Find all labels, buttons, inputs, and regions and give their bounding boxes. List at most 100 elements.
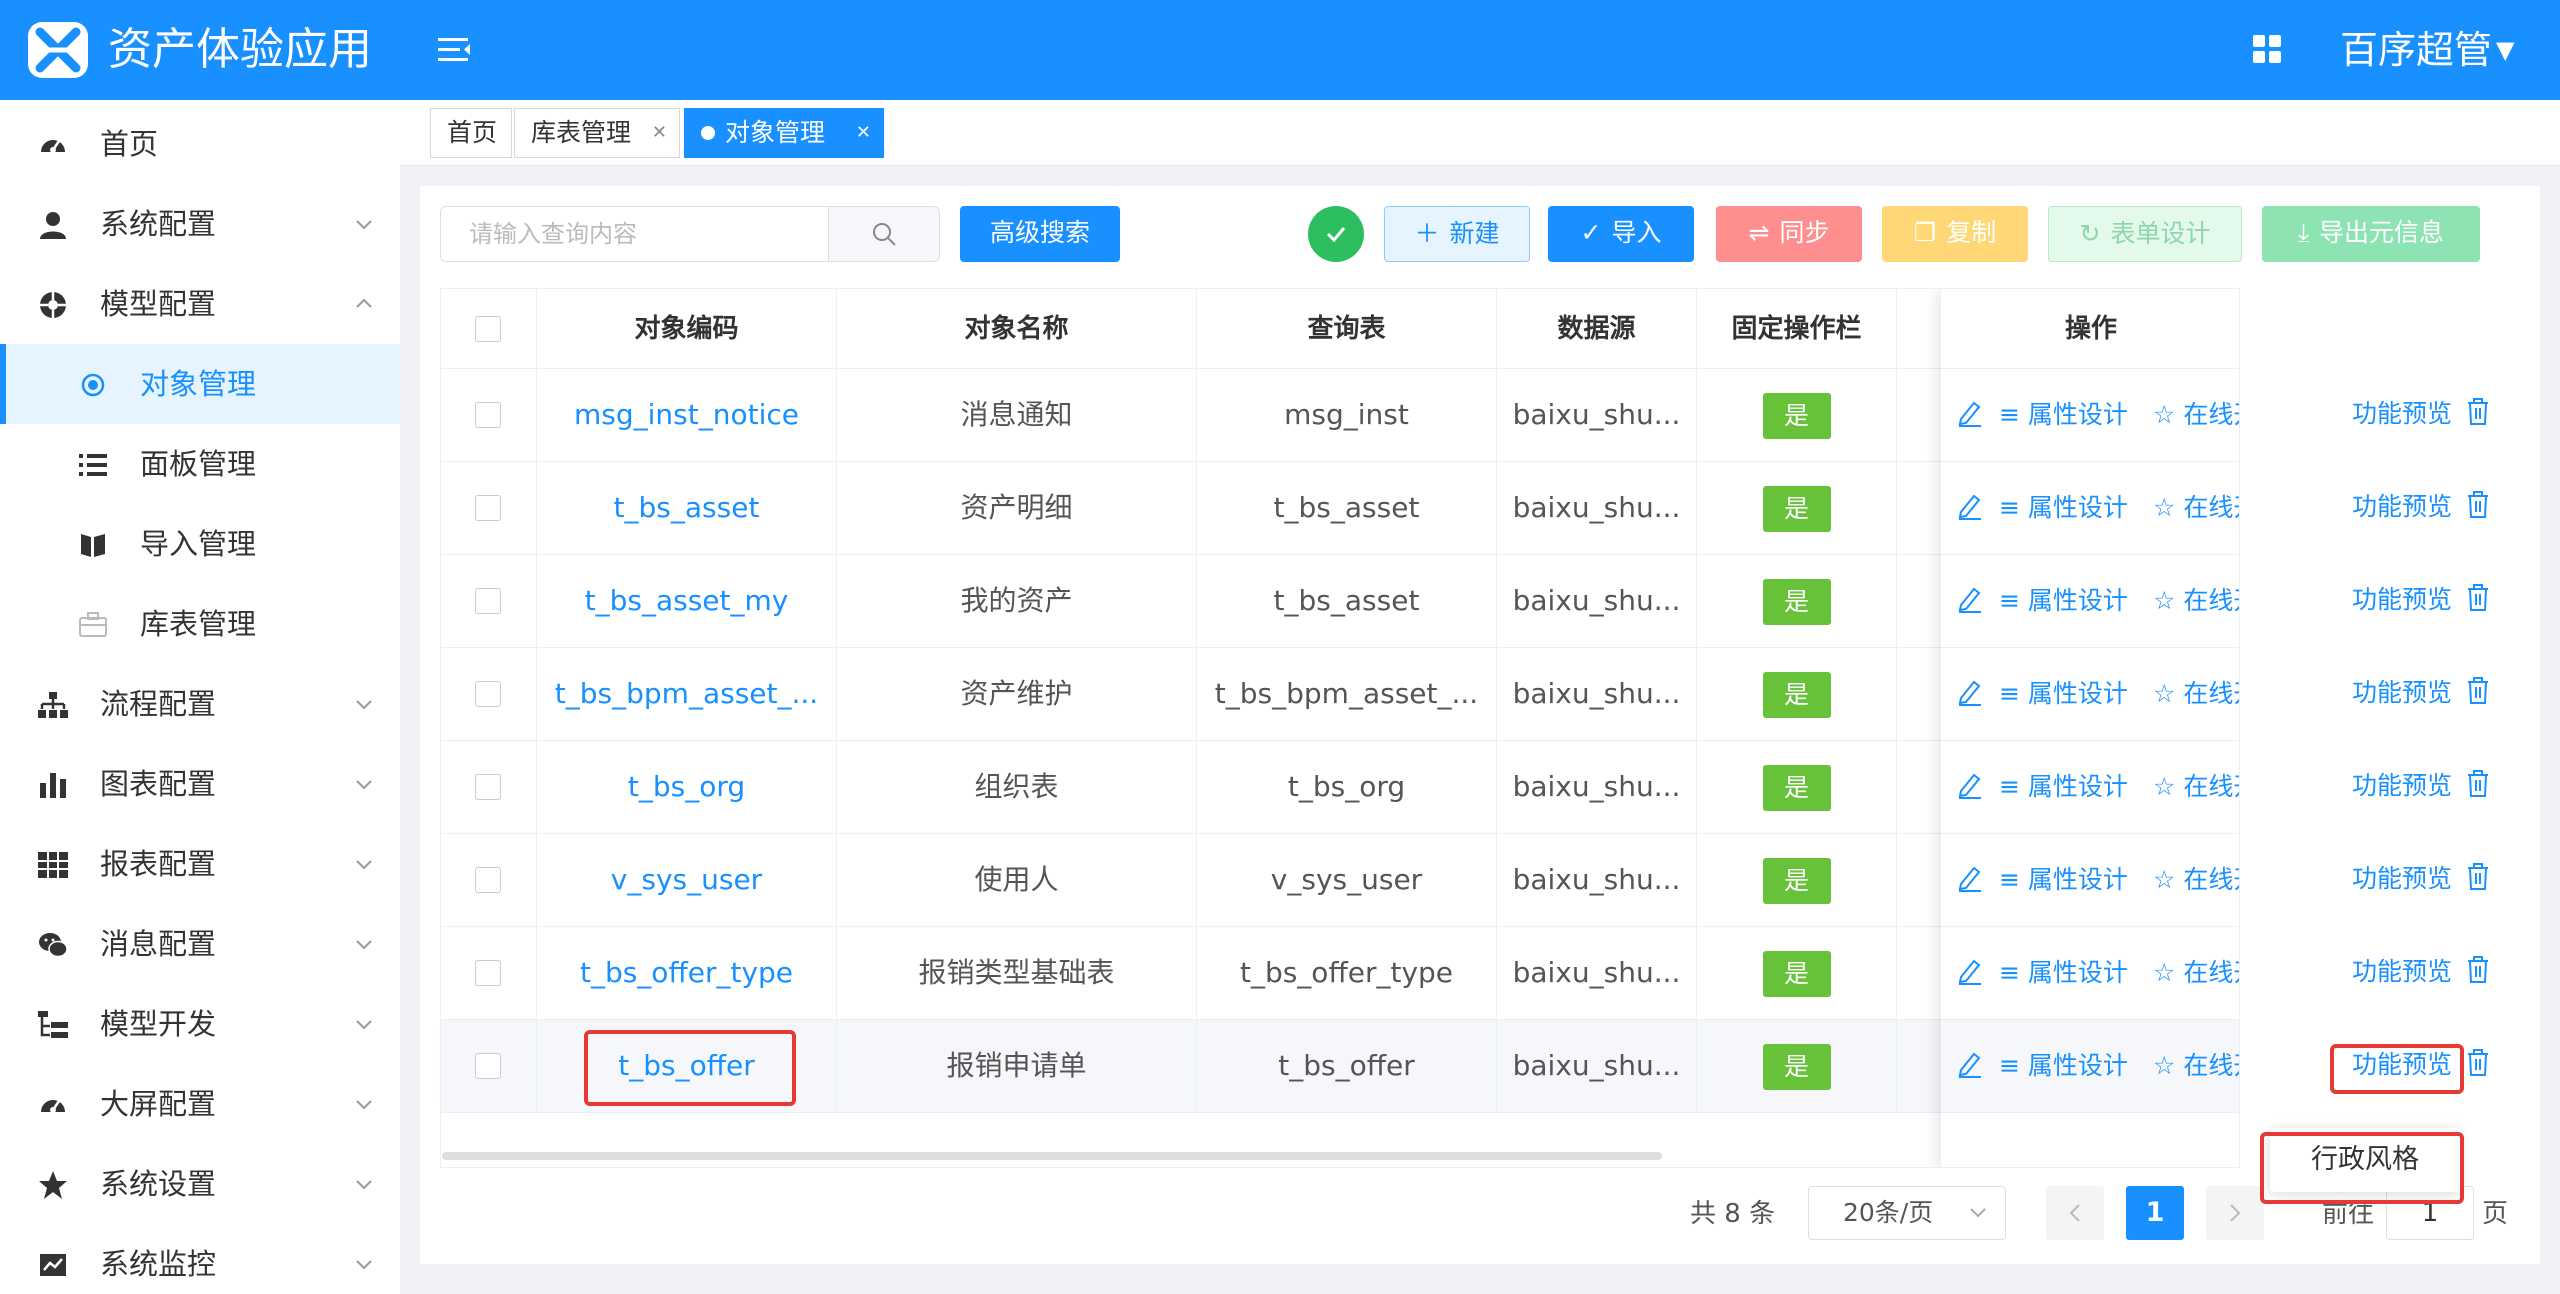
cell-code[interactable]: msg_inst_notice (537, 369, 837, 461)
column-header[interactable]: 对象名称 (837, 289, 1197, 369)
status-ok-indicator[interactable] (1308, 206, 1364, 262)
advanced-search-button[interactable]: 高级搜索 (960, 206, 1120, 262)
row-checkbox[interactable] (475, 588, 501, 614)
row-checkbox[interactable] (475, 402, 501, 428)
copy-button[interactable]: ❐ 复制 (1882, 206, 2028, 262)
delete-icon[interactable] (2466, 396, 2490, 430)
attr-design-link[interactable]: ≡ 属性设计 (1999, 678, 2128, 710)
attr-design-link[interactable]: ≡ 属性设计 (1999, 492, 2128, 524)
sidebar-item-chart-config[interactable]: 图表配置 (0, 744, 400, 824)
preview-link[interactable]: 功能预览 (2352, 398, 2452, 430)
preview-link[interactable]: 功能预览 (2352, 1049, 2452, 1081)
search-input[interactable] (440, 206, 830, 262)
online-dev-dropdown[interactable]: ☆ 在线开发 ⌄ (2153, 1050, 2239, 1082)
sidebar-item-message-config[interactable]: 消息配置 (0, 904, 400, 984)
close-icon[interactable]: ✕ (856, 109, 871, 157)
attr-design-link[interactable]: ≡ 属性设计 (1999, 771, 2128, 803)
attr-design-link[interactable]: ≡ 属性设计 (1999, 399, 2128, 431)
delete-icon[interactable] (2466, 489, 2490, 523)
row-checkbox[interactable] (475, 1053, 501, 1079)
row-checkbox[interactable] (475, 960, 501, 986)
sidebar-item-home[interactable]: 首页 (0, 104, 400, 184)
column-header[interactable]: 数据源 (1497, 289, 1697, 369)
caret-down-icon[interactable]: ▼ (2496, 36, 2514, 64)
edit-icon[interactable] (1957, 1050, 1983, 1086)
search-button[interactable] (828, 206, 940, 262)
preview-link[interactable]: 功能预览 (2352, 863, 2452, 895)
attr-design-link[interactable]: ≡ 属性设计 (1999, 1050, 2128, 1082)
cell-code[interactable]: t_bs_org (537, 741, 837, 833)
sync-button[interactable]: ⇌ 同步 (1716, 206, 1862, 262)
edit-icon[interactable] (1957, 771, 1983, 807)
edit-icon[interactable] (1957, 399, 1983, 435)
edit-icon[interactable] (1957, 864, 1983, 900)
online-dev-dropdown[interactable]: ☆ 在线开发 ⌄ (2153, 771, 2239, 803)
edit-icon[interactable] (1957, 492, 1983, 528)
delete-icon[interactable] (2466, 675, 2490, 709)
sidebar-item-system-config[interactable]: 系统配置 (0, 184, 400, 264)
preview-link[interactable]: 功能预览 (2352, 491, 2452, 523)
page-size-select[interactable]: 20条/页 (1808, 1186, 2006, 1240)
user-menu[interactable]: 百序超管 (2340, 24, 2492, 76)
row-checkbox[interactable] (475, 681, 501, 707)
apps-grid-icon[interactable] (2252, 34, 2282, 64)
edit-icon[interactable] (1957, 678, 1983, 714)
close-icon[interactable]: ✕ (652, 109, 667, 157)
sidebar-item-report-config[interactable]: 报表配置 (0, 824, 400, 904)
preview-link[interactable]: 功能预览 (2352, 956, 2452, 988)
sidebar-item-object-management[interactable]: 对象管理 (0, 344, 400, 424)
edit-icon[interactable] (1957, 585, 1983, 621)
online-dev-dropdown[interactable]: ☆ 在线开发 ⌄ (2153, 864, 2239, 896)
menu-fold-icon[interactable] (436, 32, 472, 68)
sidebar-item-system-monitor[interactable]: 系统监控 (0, 1224, 400, 1294)
sidebar-item-flow-config[interactable]: 流程配置 (0, 664, 400, 744)
cell-code[interactable]: t_bs_bpm_asset_... (537, 648, 837, 740)
cell-code[interactable]: t_bs_offer_type (537, 927, 837, 1019)
sidebar-item-panel-management[interactable]: 面板管理 (0, 424, 400, 504)
column-header[interactable]: 固定操作栏 (1697, 289, 1897, 369)
online-dev-dropdown[interactable]: ☆ 在线开发 ⌄ (2153, 585, 2239, 617)
delete-icon[interactable] (2466, 954, 2490, 988)
row-checkbox[interactable] (475, 495, 501, 521)
online-dev-dropdown[interactable]: ☆ 在线开发 ⌄ (2153, 678, 2239, 710)
delete-icon[interactable] (2466, 582, 2490, 616)
export-meta-button[interactable]: ⤓ 导出元信息 (2262, 206, 2480, 262)
form-design-button[interactable]: ↻ 表单设计 (2048, 206, 2242, 262)
row-checkbox[interactable] (475, 867, 501, 893)
next-page-button[interactable] (2206, 1186, 2264, 1240)
online-dev-dropdown[interactable]: ☆ 在线开发 ⌄ (2153, 957, 2239, 989)
delete-icon[interactable] (2466, 768, 2490, 802)
page-number-current[interactable]: 1 (2126, 1186, 2184, 1240)
tab-home[interactable]: 首页 (430, 108, 512, 158)
sidebar-item-table-management[interactable]: 库表管理 (0, 584, 400, 664)
cell-code[interactable]: t_bs_asset (537, 462, 837, 554)
prev-page-button[interactable] (2046, 1186, 2104, 1240)
sidebar-item-model-dev[interactable]: 模型开发 (0, 984, 400, 1064)
column-header[interactable]: 对象编码 (537, 289, 837, 369)
cell-code[interactable]: t_bs_asset_my (537, 555, 837, 647)
import-button[interactable]: ✓ 导入 (1548, 206, 1694, 262)
row-checkbox[interactable] (475, 774, 501, 800)
delete-icon[interactable] (2466, 861, 2490, 895)
tab-object-management[interactable]: 对象管理 ✕ (684, 108, 884, 158)
sidebar-item-import-management[interactable]: 导入管理 (0, 504, 400, 584)
new-button[interactable]: ＋ 新建 (1384, 206, 1530, 262)
preview-link[interactable]: 功能预览 (2352, 770, 2452, 802)
online-dev-dropdown[interactable]: ☆ 在线开发 ⌄ (2153, 492, 2239, 524)
preview-link[interactable]: 功能预览 (2352, 677, 2452, 709)
column-header[interactable]: 查询表 (1197, 289, 1497, 369)
sidebar-item-model-config[interactable]: 模型配置 (0, 264, 400, 344)
attr-design-link[interactable]: ≡ 属性设计 (1999, 957, 2128, 989)
preview-link[interactable]: 功能预览 (2352, 584, 2452, 616)
edit-icon[interactable] (1957, 957, 1983, 993)
attr-design-link[interactable]: ≡ 属性设计 (1999, 864, 2128, 896)
select-all-checkbox[interactable] (475, 316, 501, 342)
sidebar-item-screen-config[interactable]: 大屏配置 (0, 1064, 400, 1144)
delete-icon[interactable] (2466, 1047, 2490, 1081)
horizontal-scrollbar[interactable] (442, 1152, 1662, 1160)
sidebar-item-system-settings[interactable]: 系统设置 (0, 1144, 400, 1224)
cell-code[interactable]: v_sys_user (537, 834, 837, 926)
online-dev-dropdown[interactable]: ☆ 在线开发 ⌄ (2153, 399, 2239, 431)
attr-design-link[interactable]: ≡ 属性设计 (1999, 585, 2128, 617)
tab-table-management[interactable]: 库表管理 ✕ (514, 108, 680, 158)
